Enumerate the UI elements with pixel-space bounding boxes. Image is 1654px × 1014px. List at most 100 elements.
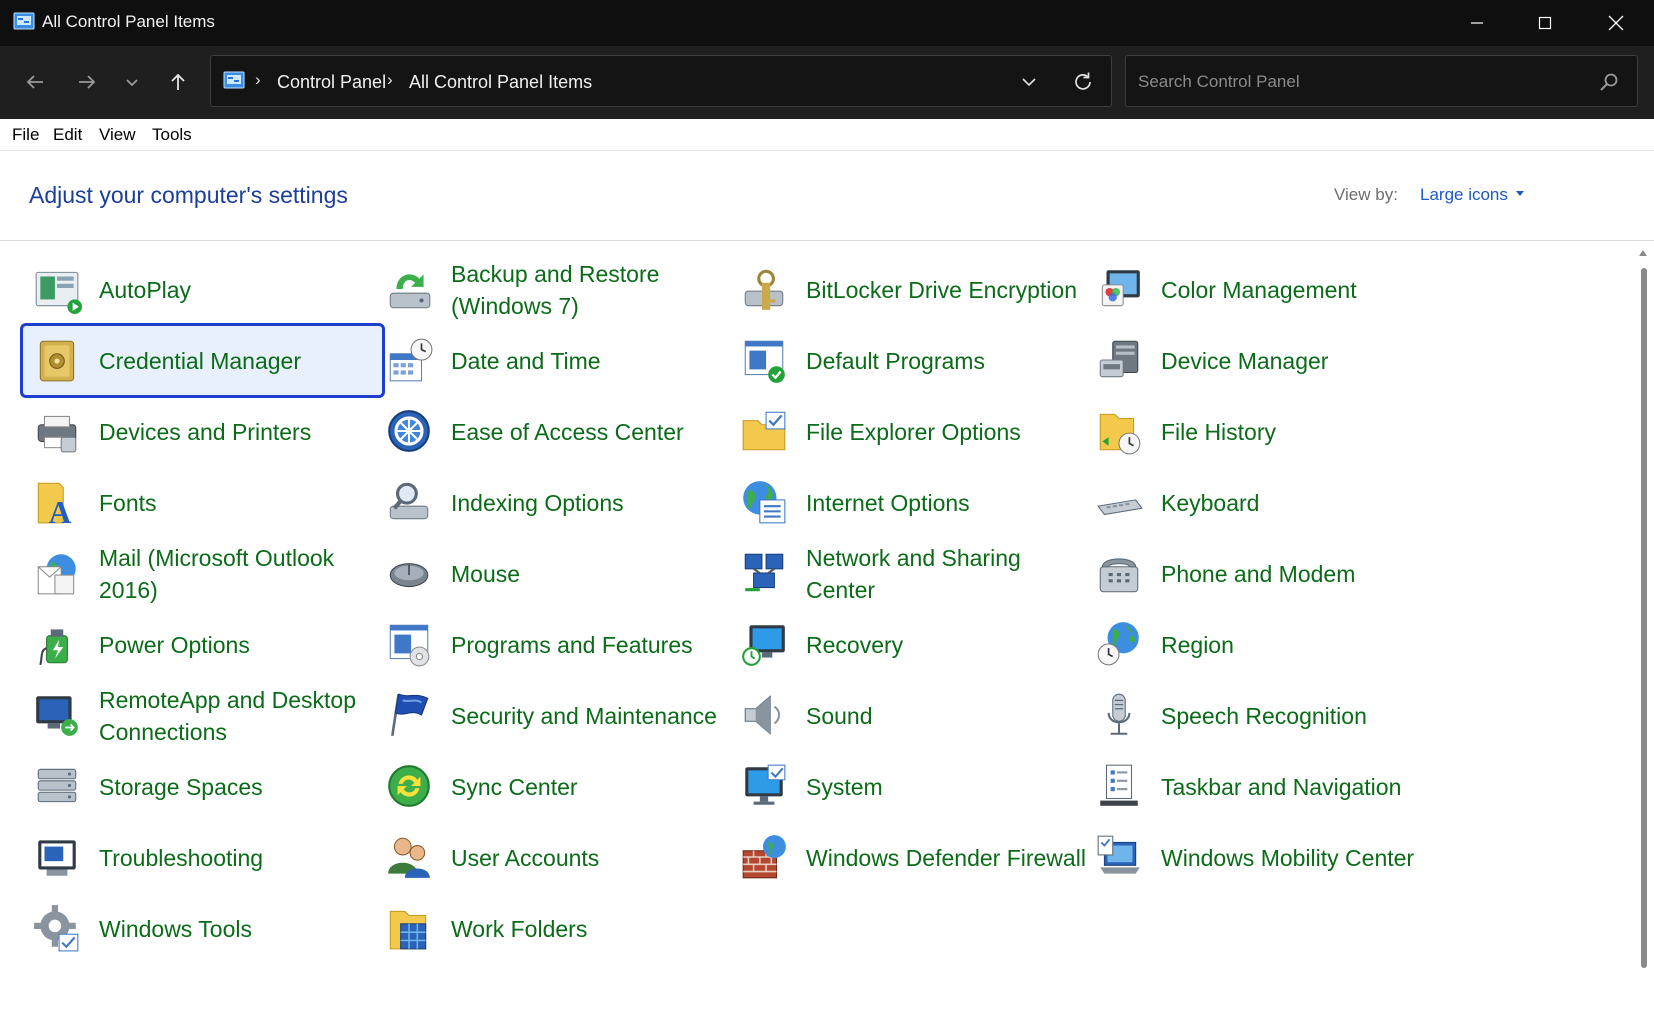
control-panel-item-default-programs[interactable]: Default Programs [727, 323, 1092, 398]
item-label: Backup and Restore (Windows 7) [451, 260, 660, 319]
control-panel-item-mobility-center[interactable]: Windows Mobility Center [1082, 820, 1447, 895]
control-panel-item-devices-printers[interactable]: Devices and Printers [20, 394, 385, 469]
vertical-scrollbar[interactable] [1632, 242, 1654, 1014]
item-label: Power Options [99, 631, 250, 658]
item-label: Sound [806, 702, 873, 729]
menu-file[interactable]: File [12, 125, 39, 145]
close-button[interactable] [1584, 0, 1648, 46]
chevron-down-icon [1022, 78, 1036, 87]
item-label: Troubleshooting [99, 844, 264, 871]
item-label: Devices and Printers [99, 418, 312, 445]
item-label: System [806, 773, 883, 800]
control-panel-item-color-management[interactable]: Color Management [1082, 252, 1447, 327]
control-panel-item-recovery[interactable]: Recovery [727, 607, 1092, 682]
item-label: Network and Sharing Center [806, 544, 1021, 603]
item-label: Mouse [451, 560, 521, 587]
control-panel-item-system[interactable]: System [727, 749, 1092, 824]
control-panel-item-indexing-options[interactable]: Indexing Options [372, 465, 737, 540]
control-panel-item-file-history[interactable]: File History [1082, 394, 1447, 469]
search-icon [1600, 73, 1618, 91]
search-box[interactable] [1125, 55, 1638, 107]
control-panel-item-mail[interactable]: Mail (Microsoft Outlook 2016) [20, 536, 385, 611]
windows-tools-icon [34, 905, 79, 952]
caret-down-icon[interactable] [1516, 191, 1524, 196]
item-label: Taskbar and Navigation [1161, 773, 1402, 800]
item-label: Sync Center [451, 773, 578, 800]
control-panel-item-credential-manager[interactable]: Credential Manager [20, 323, 385, 398]
menu-tools[interactable]: Tools [152, 125, 192, 145]
control-panel-item-firewall[interactable]: Windows Defender Firewall [727, 820, 1092, 895]
refresh-button[interactable] [1069, 68, 1097, 96]
control-panel-item-file-explorer-options[interactable]: File Explorer Options [727, 394, 1092, 469]
minimize-button[interactable] [1445, 0, 1509, 46]
work-folders-icon [389, 910, 427, 950]
control-panel-item-bitlocker[interactable]: BitLocker Drive Encryption [727, 252, 1092, 327]
network-sharing-icon [744, 553, 784, 592]
security-maintenance-icon [391, 693, 429, 737]
control-panel-item-taskbar-navigation[interactable]: Taskbar and Navigation [1082, 749, 1447, 824]
scroll-thumb[interactable] [1641, 268, 1647, 968]
recent-locations-button[interactable] [113, 63, 151, 101]
fonts-icon: A [37, 482, 72, 527]
control-panel-item-mouse[interactable]: Mouse [372, 536, 737, 611]
control-panel-item-remoteapp[interactable]: RemoteApp and Desktop Connections [20, 678, 385, 753]
menu-edit[interactable]: Edit [53, 125, 82, 145]
control-panel-item-keyboard[interactable]: Keyboard [1082, 465, 1447, 540]
control-panel-item-fonts[interactable]: A Fonts [20, 465, 385, 540]
default-programs-icon [744, 340, 785, 383]
control-panel-item-internet-options[interactable]: Internet Options [727, 465, 1092, 540]
refresh-icon [1075, 72, 1091, 90]
control-panel-item-work-folders[interactable]: Work Folders [372, 891, 737, 966]
item-label: AutoPlay [99, 276, 192, 303]
breadcrumb-control-panel[interactable]: Control Panel [277, 72, 386, 93]
control-panel-item-device-manager[interactable]: Device Manager [1082, 323, 1447, 398]
up-button[interactable] [159, 63, 197, 101]
control-panel-item-backup-restore[interactable]: Backup and Restore (Windows 7) [372, 252, 737, 327]
maximize-button[interactable] [1513, 0, 1577, 46]
indexing-options-icon [389, 482, 429, 520]
control-panel-item-troubleshooting[interactable]: Troubleshooting [20, 820, 385, 895]
back-button[interactable] [16, 63, 54, 101]
control-panel-item-phone-modem[interactable]: Phone and Modem [1082, 536, 1447, 611]
internet-options-icon [743, 481, 786, 524]
speech-recognition-icon [1107, 693, 1131, 735]
control-panel-item-speech-recognition[interactable]: Speech Recognition [1082, 678, 1447, 753]
scroll-up-arrow[interactable] [1639, 250, 1647, 256]
view-by-label: View by: [1334, 185, 1398, 204]
remoteapp-icon [36, 696, 78, 736]
control-panel-item-date-time[interactable]: Date and Time [372, 323, 737, 398]
item-label: Mail (Microsoft Outlook 2016) [99, 544, 335, 603]
control-panel-item-region[interactable]: Region [1082, 607, 1447, 682]
control-panel-item-ease-of-access[interactable]: Ease of Access Center [372, 394, 737, 469]
menu-view[interactable]: View [99, 125, 136, 145]
control-panel-item-sync-center[interactable]: Sync Center [372, 749, 737, 824]
file-explorer-options-icon [742, 411, 786, 451]
address-history-button[interactable] [1016, 69, 1042, 95]
region-icon [1097, 622, 1139, 666]
item-label: Work Folders [451, 915, 588, 942]
control-panel-item-user-accounts[interactable]: User Accounts [372, 820, 737, 895]
control-panel-item-autoplay[interactable]: AutoPlay [20, 252, 385, 327]
control-panel-item-storage-spaces[interactable]: Storage Spaces [20, 749, 385, 824]
item-label: Recovery [806, 631, 904, 658]
control-panel-item-security-maintenance[interactable]: Security and Maintenance [372, 678, 737, 753]
control-panel-window: All Control Panel Items › Control Panel … [0, 0, 1654, 1014]
control-panel-item-network-sharing[interactable]: Network and Sharing Center [727, 536, 1092, 611]
backup-restore-icon [389, 274, 431, 309]
item-label: Internet Options [806, 489, 970, 516]
item-label: Indexing Options [451, 489, 624, 516]
control-panel-app-icon [13, 12, 35, 30]
item-label: Phone and Modem [1161, 560, 1356, 587]
forward-button[interactable] [68, 63, 106, 101]
maximize-icon [1538, 16, 1552, 30]
address-bar[interactable]: › Control Panel › All Control Panel Item… [210, 55, 1112, 107]
item-label: Programs and Features [451, 631, 693, 658]
control-panel-item-windows-tools[interactable]: Windows Tools [20, 891, 385, 966]
control-panel-item-programs-features[interactable]: Programs and Features [372, 607, 737, 682]
control-panel-item-sound[interactable]: Sound [727, 678, 1092, 753]
item-label: Speech Recognition [1161, 702, 1367, 729]
view-by-dropdown[interactable]: Large icons [1420, 185, 1508, 205]
breadcrumb-all-items[interactable]: All Control Panel Items [409, 72, 592, 93]
control-panel-item-power-options[interactable]: Power Options [20, 607, 385, 682]
search-input[interactable] [1136, 68, 1580, 96]
